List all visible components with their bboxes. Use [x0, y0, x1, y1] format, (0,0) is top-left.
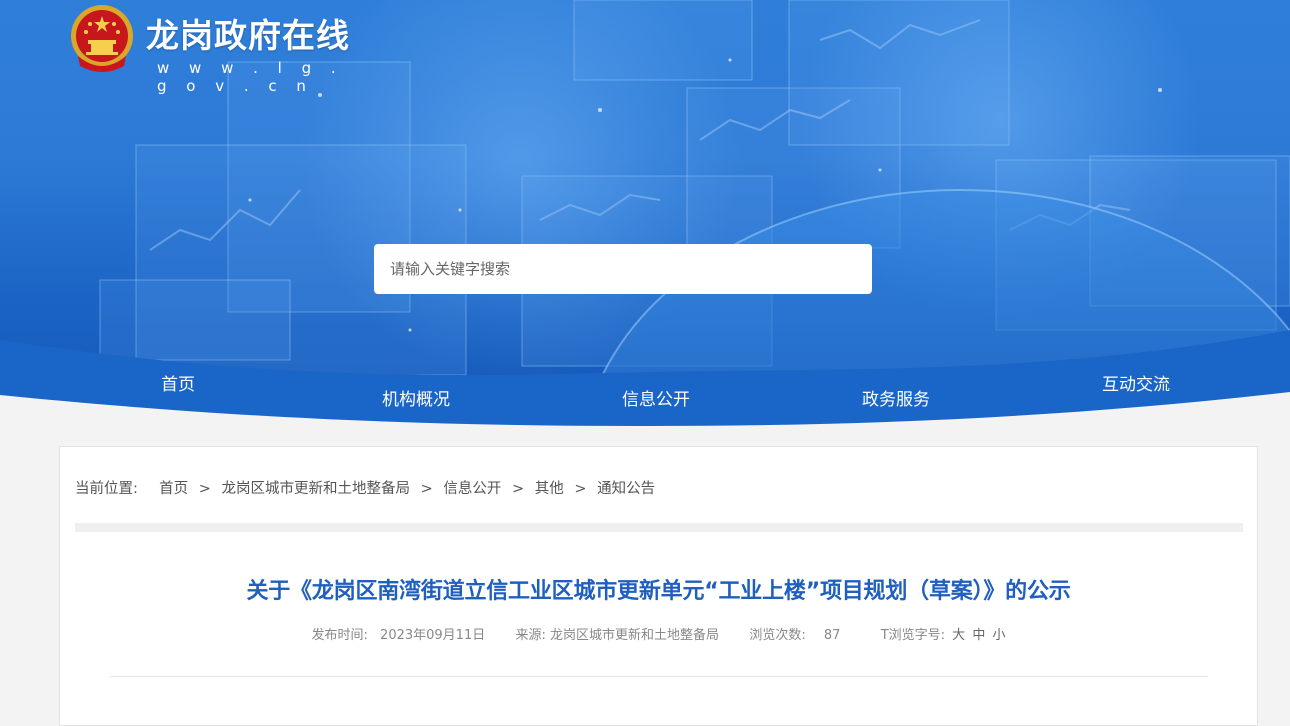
breadcrumb-item-other[interactable]: 其他 [535, 481, 564, 497]
source-value: 龙岗区城市更新和土地整备局 [550, 628, 720, 643]
font-size-medium-button[interactable]: 中 [972, 628, 985, 643]
breadcrumb-separator: > [574, 481, 587, 497]
article-container: 当前位置: 首页 > 龙岗区城市更新和土地整备局 > 信息公开 > 其他 > 通… [59, 446, 1258, 726]
breadcrumb-label: 当前位置: [75, 481, 138, 497]
font-size-small-button[interactable]: 小 [992, 628, 1005, 643]
breadcrumb-item-home[interactable]: 首页 [159, 481, 188, 497]
breadcrumb-separator: > [420, 481, 433, 497]
views-count: 87 [823, 628, 841, 643]
nav-item-home[interactable]: 首页 [161, 374, 195, 396]
font-size-large-button[interactable]: 大 [952, 628, 965, 643]
breadcrumb-item-info-disclosure[interactable]: 信息公开 [443, 481, 501, 497]
breadcrumb-separator: > [198, 481, 211, 497]
search-box[interactable] [374, 244, 872, 294]
site-logo[interactable]: 龙岗政府在线 w w w . l g . g o v . c n [68, 4, 368, 95]
national-emblem-icon [71, 5, 133, 72]
article-title: 关于《龙岗区南湾街道立信工业区城市更新单元“工业上楼”项目规划（草案）》的公示 [246, 579, 1071, 604]
font-size-label: T浏览字号: [880, 628, 946, 643]
site-url: w w w . l g . g o v . c n [157, 59, 344, 95]
publish-label: 发布时间: [311, 628, 368, 643]
nav-item-interaction[interactable]: 互动交流 [1102, 374, 1170, 396]
site-title: 龙岗政府在线 [146, 16, 350, 55]
header-banner: 龙岗政府在线 w w w . l g . g o v . c n 首页 机构概况… [0, 0, 1290, 440]
article-meta: 发布时间: 2023年09月11日 来源: 龙岗区城市更新和土地整备局 浏览次数… [60, 627, 1257, 645]
title-divider [110, 676, 1208, 677]
breadcrumb-item-bureau[interactable]: 龙岗区城市更新和土地整备局 [221, 481, 410, 497]
source-label: 来源: [515, 628, 546, 643]
publish-date: 2023年09月11日 [380, 628, 486, 643]
section-divider-bar [75, 523, 1243, 532]
breadcrumb-separator: > [511, 481, 525, 497]
nav-item-info-disclosure[interactable]: 信息公开 [622, 389, 690, 411]
breadcrumb-item-notices[interactable]: 通知公告 [597, 481, 655, 497]
nav-item-gov-services[interactable]: 政务服务 [862, 389, 930, 411]
views-label: 浏览次数: [749, 628, 806, 643]
search-input[interactable] [390, 254, 856, 284]
nav-item-organization[interactable]: 机构概况 [382, 389, 450, 411]
breadcrumb: 当前位置: 首页 > 龙岗区城市更新和土地整备局 > 信息公开 > 其他 > 通… [75, 479, 655, 499]
